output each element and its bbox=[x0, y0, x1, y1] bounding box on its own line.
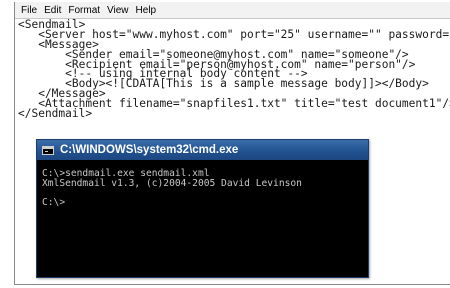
menu-edit[interactable]: Edit bbox=[44, 5, 61, 16]
console-prompt: C:\> bbox=[42, 196, 66, 208]
text-editor-area[interactable]: <Sendmail> <Server host="www.myhost.com"… bbox=[15, 19, 450, 138]
console-line: XmlSendmail v1.3, (c)2004-2005 David Lev… bbox=[42, 177, 302, 189]
cmd-window-title: C:\WINDOWS\system32\cmd.exe bbox=[60, 144, 239, 156]
code-line: </Sendmail> bbox=[18, 107, 93, 121]
menu-view[interactable]: View bbox=[107, 5, 129, 16]
console-icon bbox=[42, 145, 54, 155]
menu-help[interactable]: Help bbox=[136, 5, 157, 16]
menu-format[interactable]: Format bbox=[68, 5, 100, 16]
notepad-window: File Edit Format View Help <Sendmail> <S… bbox=[14, 2, 450, 285]
console-output[interactable]: C:\>sendmail.exe sendmail.xml XmlSendmai… bbox=[37, 160, 368, 277]
menu-bar: File Edit Format View Help bbox=[15, 2, 450, 19]
menu-file[interactable]: File bbox=[21, 5, 37, 16]
cmd-title-bar[interactable]: C:\WINDOWS\system32\cmd.exe bbox=[37, 140, 368, 160]
cmd-window[interactable]: C:\WINDOWS\system32\cmd.exe C:\>sendmail… bbox=[36, 139, 369, 278]
